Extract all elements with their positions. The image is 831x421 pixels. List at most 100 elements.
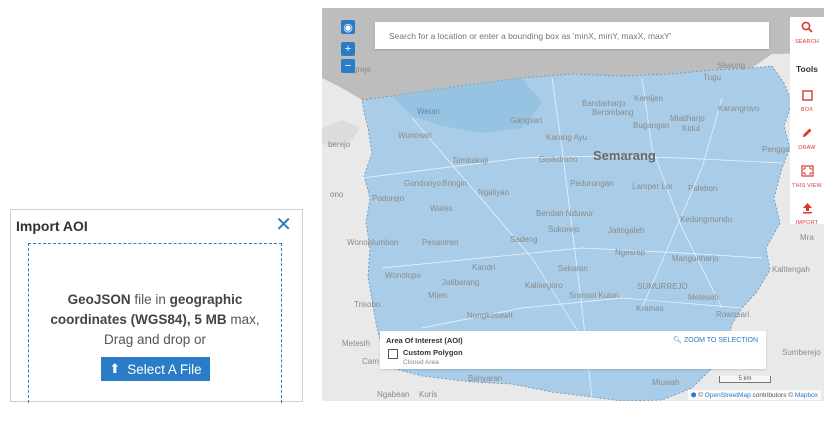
place-label: Kalitengah — [772, 265, 810, 274]
file-in-label: file in — [130, 292, 170, 307]
place-label: Pedurungan — [570, 179, 614, 188]
place-label: ono — [330, 190, 344, 199]
place-label: Mijen — [428, 291, 448, 300]
box-tool-button[interactable]: BOX — [790, 89, 824, 113]
place-label: Sliwung — [717, 61, 746, 70]
drop-instructions: GeoJSON file in geographic coordinates (… — [29, 290, 281, 350]
search-icon — [790, 21, 824, 36]
place-label: Kedungmundu — [680, 215, 733, 224]
place-label: Kemijen — [634, 94, 663, 103]
place-label: Tambakaji — [452, 156, 489, 165]
geojson-label: GeoJSON — [67, 292, 131, 307]
pencil-icon — [790, 127, 824, 142]
select-file-label: Select A File — [127, 361, 202, 377]
place-label: berejo — [328, 140, 351, 149]
place-label: Pengga — [762, 145, 790, 154]
zoom-to-selection-label: ZOOM TO SELECTION — [683, 337, 758, 344]
box-tool-label: BOX — [800, 107, 814, 113]
place-label: Bendan Nduwur — [536, 209, 594, 218]
place-label: Wates — [430, 204, 453, 213]
place-label: Wetan — [417, 107, 440, 116]
place-label: Mra — [800, 233, 814, 242]
import-tool-label: IMPORT — [795, 220, 819, 226]
place-label: Bandarharjo — [582, 99, 626, 108]
file-drop-zone[interactable]: GeoJSON file in geographic coordinates (… — [28, 243, 282, 403]
place-label: Kramas — [636, 304, 664, 313]
mapbox-logo-icon: ⬢ — [690, 392, 697, 399]
aoi-item-checkbox[interactable] — [388, 349, 398, 359]
place-label: Sronsol Kulon — [569, 291, 619, 300]
aoi-item-subtitle: Cloned Area — [403, 359, 439, 366]
drag-drop-label: Drag and drop or — [103, 332, 207, 347]
place-label: Pesantren — [422, 238, 459, 247]
aoi-panel: Area Of Interest (AOI) 🔍︎ ZOOM TO SELECT… — [380, 331, 766, 369]
zoom-to-selection-link[interactable]: 🔍︎ ZOOM TO SELECTION — [673, 336, 758, 344]
place-label: Kuris — [419, 390, 438, 399]
place-label: Cam — [362, 357, 379, 366]
place-label: SUMURREJO — [637, 282, 688, 291]
fullscreen-icon — [790, 165, 824, 180]
place-label: Sadeng — [510, 235, 538, 244]
search-tool-button[interactable]: SEARCH — [790, 21, 824, 45]
max-label: max, — [226, 312, 260, 327]
place-label: Meteseh — [688, 293, 719, 302]
place-label: Kandri — [472, 263, 496, 272]
location-search-bar — [375, 22, 769, 49]
zoom-icon: 🔍︎ — [673, 337, 683, 344]
place-label: Nongkosawit — [467, 311, 513, 320]
place-label: Jatibarang — [442, 278, 480, 287]
globe-icon[interactable]: ◉ — [341, 20, 355, 34]
place-label: Kidul — [682, 124, 700, 133]
place-label: Semarang — [593, 148, 656, 163]
place-label: Bugangan — [633, 121, 670, 130]
aoi-item-name: Custom Polygon — [403, 348, 463, 357]
place-label: Bringin — [442, 179, 467, 188]
place-label: Mangunharjo — [672, 254, 719, 263]
place-label: Gisikdrono — [539, 155, 578, 164]
map-view[interactable]: Semarang Bandarharjo Kemijen Berombang B… — [322, 8, 824, 401]
square-icon — [790, 89, 824, 104]
mapbox-link[interactable]: Mapbox — [795, 392, 818, 399]
place-label: Karangroyo — [718, 104, 760, 113]
osm-link[interactable]: OpenStreetMap — [705, 392, 751, 399]
draw-tool-label: DRAW — [798, 145, 816, 151]
this-view-tool-label: THIS VIEW — [792, 183, 822, 189]
place-label: Miuwah — [652, 378, 680, 387]
place-label: Karang Ayu — [546, 133, 588, 142]
attribution-contributors: contributors © — [750, 392, 794, 399]
place-label: Trisobo — [354, 300, 381, 309]
zoom-out-button[interactable]: − — [341, 59, 355, 73]
tools-toolbar: SEARCH Tools BOX DRAW THIS VIEW IMPORT — [790, 17, 824, 226]
close-icon[interactable]: ✕ — [275, 212, 292, 237]
place-label: Sukorejo — [548, 225, 580, 234]
place-label: Mlatiharjo — [670, 114, 705, 123]
place-label: Ngabean — [377, 390, 410, 399]
select-file-button[interactable]: ⬆ Select A File — [101, 357, 210, 381]
place-label: Sumberejo — [782, 348, 821, 357]
place-label: Rowosari — [716, 310, 750, 319]
place-label: Wonosari — [398, 131, 432, 140]
place-label: Berombang — [592, 108, 634, 117]
place-label: Ngaliyan — [478, 188, 510, 197]
map-attribution: ⬢ © OpenStreetMap contributors © Mapbox — [687, 390, 821, 400]
place-label: Gondoriyo — [404, 179, 441, 188]
place-label: Palebon — [688, 184, 718, 193]
place-label: Banyaran — [468, 374, 503, 383]
import-tool-button[interactable]: IMPORT — [790, 202, 824, 226]
place-label: greje — [353, 65, 371, 74]
search-input[interactable] — [375, 22, 769, 49]
import-aoi-title: Import AOI — [16, 218, 88, 234]
place-label: Ngesrep — [615, 248, 646, 257]
scale-bar: 5 km — [719, 376, 771, 383]
search-tool-label: SEARCH — [794, 39, 820, 45]
this-view-tool-button[interactable]: THIS VIEW — [790, 165, 824, 189]
zoom-in-button[interactable]: + — [341, 42, 355, 56]
place-label: Wonoplumbon — [347, 238, 399, 247]
place-label: Lamper Lor — [632, 182, 673, 191]
place-label: Wonolopo — [385, 271, 421, 280]
place-label: Podorejo — [372, 194, 405, 203]
place-label: Kalisegoro — [525, 281, 563, 290]
attribution-prefix: © — [698, 392, 703, 399]
import-aoi-panel: Import AOI ✕ GeoJSON file in geographic … — [10, 209, 303, 403]
draw-tool-button[interactable]: DRAW — [790, 127, 824, 151]
